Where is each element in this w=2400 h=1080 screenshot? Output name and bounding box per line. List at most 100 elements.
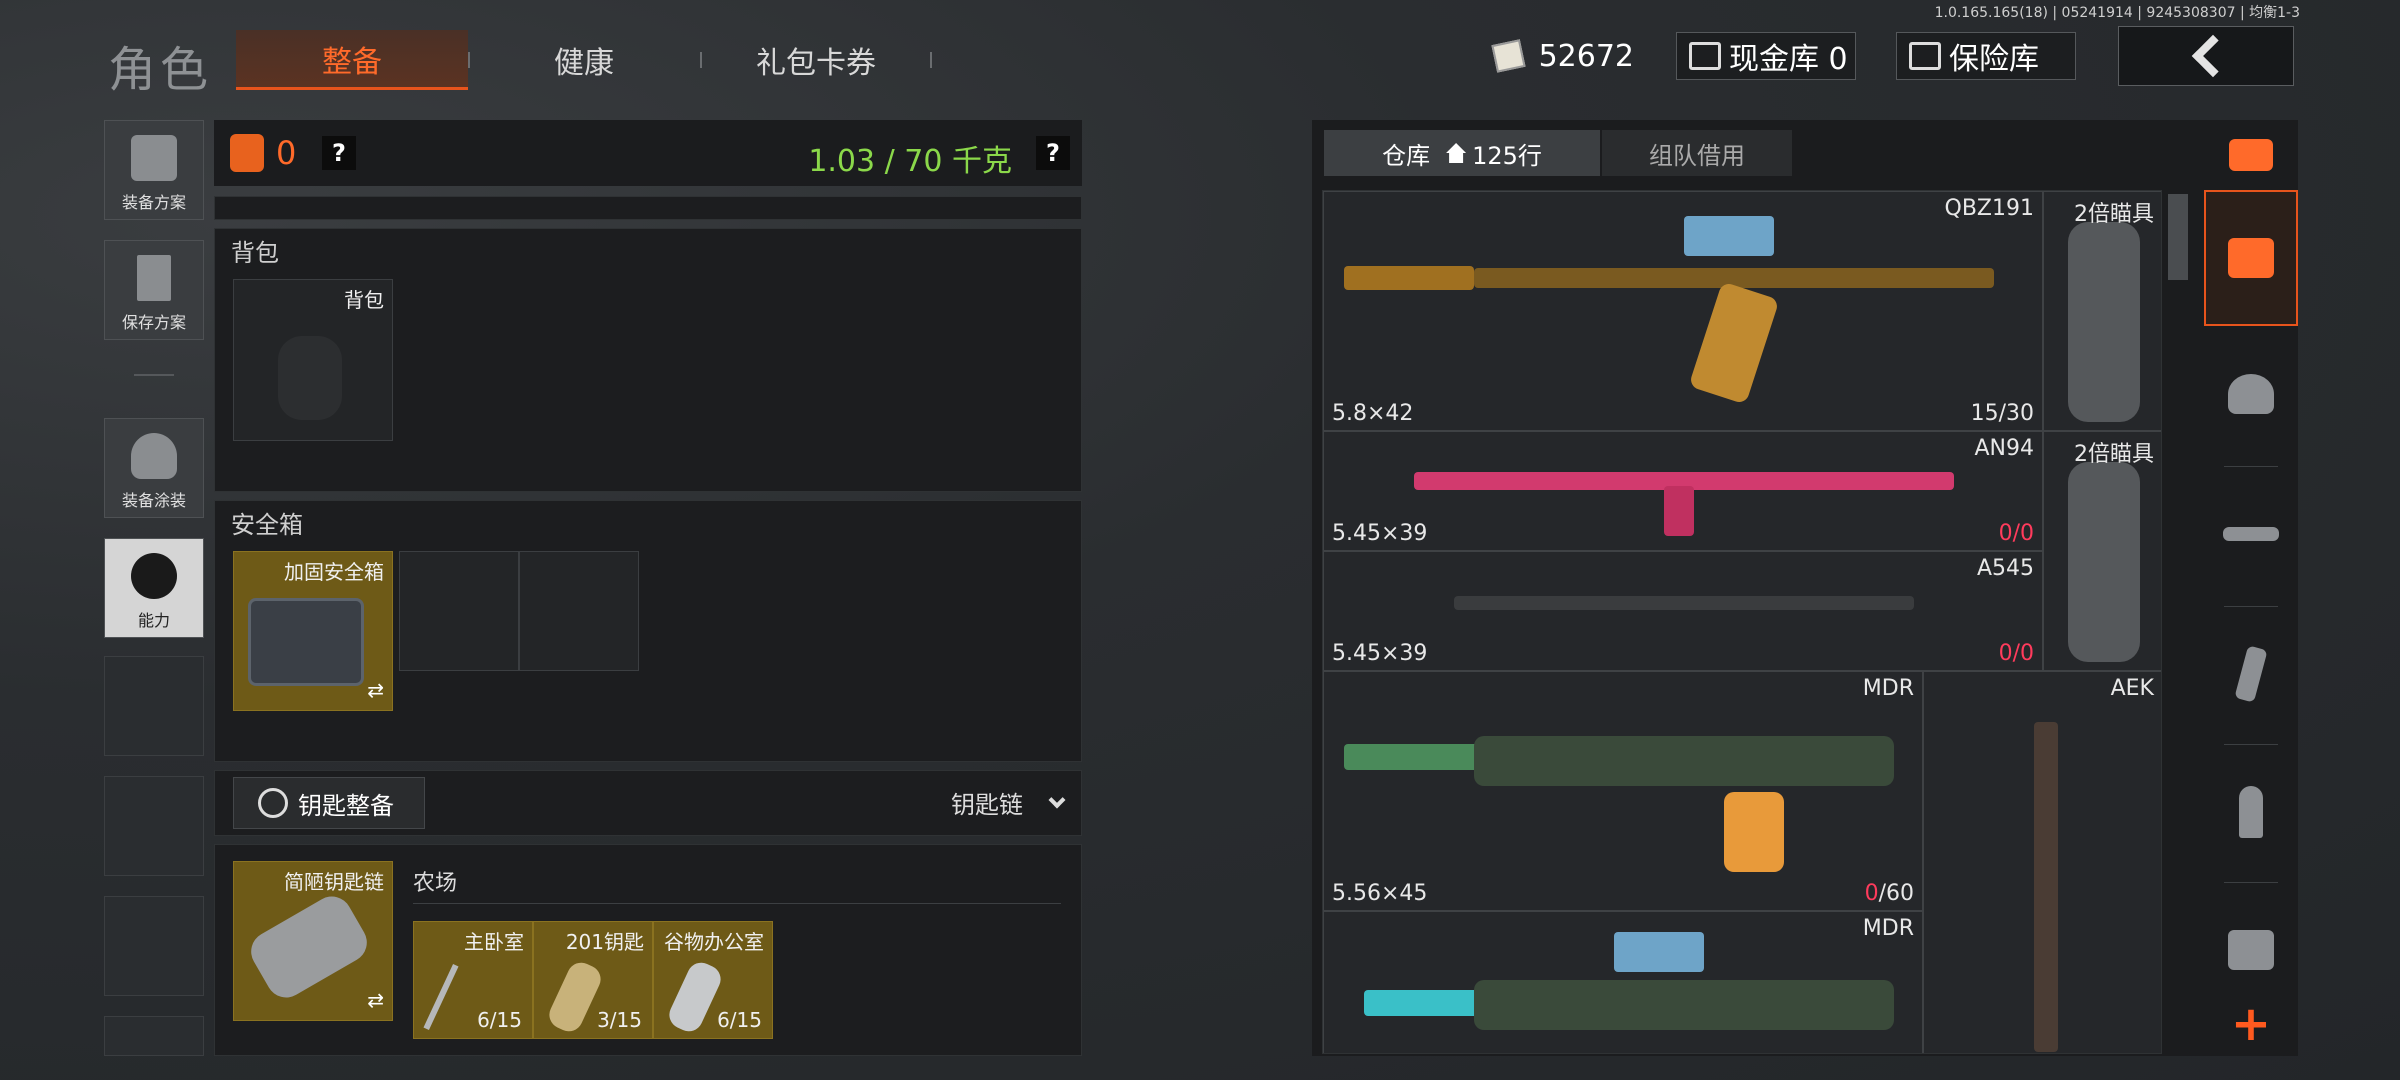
tab-warehouse[interactable]: 仓库 125行 [1324,130,1600,176]
filter-all-button[interactable] [2204,190,2298,326]
back-button[interactable] [2118,26,2294,86]
item-name: 2倍瞄具 [2074,202,2154,227]
grid-scrollbar[interactable] [2168,190,2188,1054]
keychain-icon [243,889,375,1005]
ammo-loaded: 0 [1864,881,1879,906]
backpack-slot[interactable]: 背包 [233,279,393,441]
tab-health[interactable]: 健康 [468,30,700,90]
divider [134,374,174,376]
key-icon [423,964,459,1030]
scope-2x[interactable]: 2倍瞄具 [2043,191,2161,431]
filter-magazine-button[interactable] [2204,606,2298,742]
cash-icon [1491,39,1526,73]
home-icon [1446,143,1467,163]
empty-slot [104,656,204,756]
key-item[interactable]: 谷物办公室 6/15 [653,921,773,1039]
key-item[interactable]: 主卧室 6/15 [413,921,533,1039]
silencer-shape [1364,990,1484,1016]
weapon-mdr-2[interactable]: MDR [1323,911,1923,1053]
weight-help-button[interactable]: ? [1036,136,1070,170]
item-name: MDR [1862,916,1914,941]
add-button[interactable]: + [2204,992,2298,1056]
silencer-shape [1344,266,1474,290]
weapon-aek[interactable]: AEK [1923,671,2161,1053]
skin-button[interactable]: 装备涂装 [104,418,204,518]
weapon-qbz191[interactable]: QBZ191 5.8×42 15/30 [1323,191,2043,431]
item-name: MDR [1862,676,1914,701]
armor-count: 0 [276,134,297,172]
skin-label: 装备涂装 [121,491,186,510]
key-count: 6/15 [717,1008,762,1032]
sort-refresh-button[interactable] [2204,120,2298,190]
key-count: 6/15 [477,1008,522,1032]
save-plan-button[interactable]: 保存方案 [104,240,204,340]
tab-separator [930,52,932,68]
safe-vault-label: 保险库 [1949,42,2039,77]
keychain-section: 简陋钥匙链 ⇄ 农场 主卧室 6/15 201钥匙 3/15 谷物办公室 6/1… [214,844,1082,1056]
money-amount: 52672 [1538,38,1634,74]
key-name: 201钥匙 [565,930,644,954]
help-button[interactable]: ? [322,136,356,170]
keychain-item-slot[interactable]: 简陋钥匙链 ⇄ [233,861,393,1021]
scroll-thumb[interactable] [2168,194,2188,280]
key-loadout-button[interactable]: 钥匙整备 [233,777,425,829]
key-location-label: 农场 [413,871,458,896]
ammo-max: /60 [1878,881,1914,906]
key-item[interactable]: 201钥匙 3/15 [533,921,653,1039]
scope-2x[interactable]: 2倍瞄具 [2043,431,2161,671]
cash-vault-button[interactable]: 现金库 0 [1676,32,1856,80]
ammo-max: /0 [2012,641,2034,666]
scope-shape [1684,216,1774,256]
scope-shape [1614,932,1704,972]
cash-vault-label: 现金库 0 [1729,42,1848,77]
item-capacity: 0/0 [1999,641,2034,666]
safe-section-title: 安全箱 [231,511,303,539]
item-ammo: 5.45×39 [1332,521,1428,546]
rifle-body-shape [1454,596,1914,610]
helmet-icon [131,433,177,479]
money-display: 52672 [1482,32,1634,80]
filter-rifle-button[interactable] [2204,466,2298,602]
backpack-slot-label: 背包 [344,288,384,312]
swap-icon[interactable]: ⇄ [367,678,384,702]
bullet-icon [2239,786,2263,838]
item-name: QBZ191 [1944,196,2034,221]
weapon-a545[interactable]: A545 5.45×39 0/0 [1323,551,2043,671]
backpack-icon [278,336,342,420]
backpack-section-title: 背包 [231,239,279,267]
empty-slot [104,1016,204,1056]
filter-helmet-button[interactable] [2204,326,2298,462]
ability-button[interactable]: 能力 [104,538,204,638]
swap-icon[interactable]: ⇄ [367,988,384,1012]
safe-empty-slot[interactable] [399,551,519,671]
tab-team-borrow[interactable]: 组队借用 [1602,130,1792,176]
chevron-down-icon [1048,791,1066,808]
filter-ammo-button[interactable] [2204,744,2298,880]
safe-vault-button[interactable]: 保险库 [1896,32,2076,80]
tab-gift-cards[interactable]: 礼包卡券 [700,30,932,90]
vest-icon [131,135,177,181]
silencer-shape [1344,744,1484,770]
top-bar: 角色 整备 健康 礼包卡券 52672 现金库 0 保险库 [0,0,2400,110]
tab-loadout[interactable]: 整备 [236,30,468,90]
safe-item-slot[interactable]: 加固安全箱 ⇄ [233,551,393,711]
case-icon [248,598,364,686]
key-count: 3/15 [597,1008,642,1032]
weapon-mdr[interactable]: MDR 5.56×45 0/60 [1323,671,1923,911]
stack-icon [2228,238,2274,278]
ammo-max: /0 [2012,521,2034,546]
loadout-header: 0 ? 1.03 / 70 千克 ? [214,120,1082,186]
divider [413,903,1061,904]
item-name: AEK [2110,676,2154,701]
safe-empty-slot[interactable] [519,551,639,671]
helmet-icon [2228,374,2274,414]
keychain-dropdown[interactable]: 钥匙链 [951,785,1069,820]
weapon-an94[interactable]: AN94 5.45×39 0/0 [1323,431,2043,551]
ammo-loaded: 0 [1998,521,2013,546]
safe-item-name: 加固安全箱 [284,560,384,584]
item-capacity: 0/0 [1999,521,2034,546]
page-title: 角色 [108,42,213,98]
loadout-plan-button[interactable]: 装备方案 [104,120,204,220]
save-plan-label: 保存方案 [121,313,186,332]
safe-section: 安全箱 加固安全箱 ⇄ [214,500,1082,762]
